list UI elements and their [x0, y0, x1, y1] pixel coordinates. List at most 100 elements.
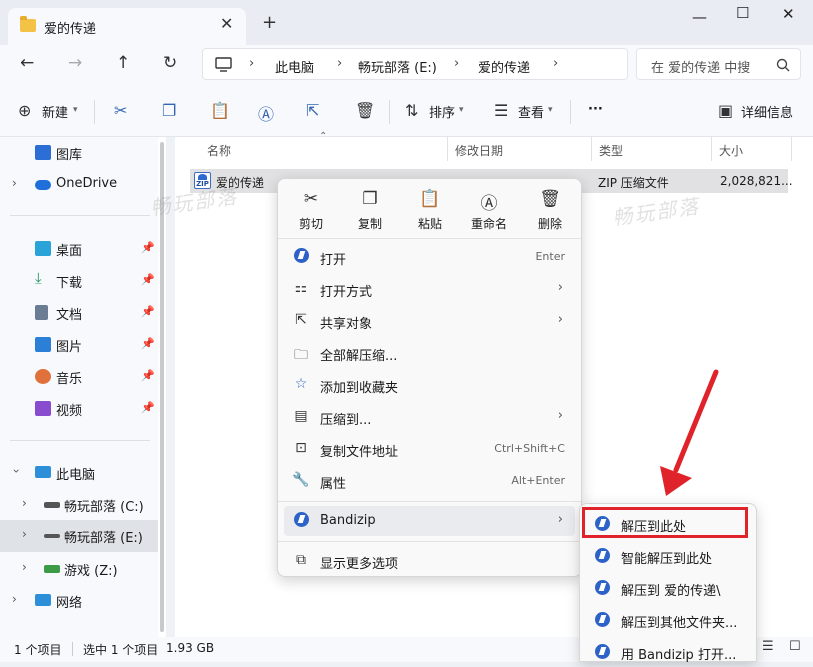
sidebar-item-downloads[interactable]: ⤓ 下载 📌: [0, 265, 158, 297]
paste-action[interactable]: 📋 粘贴: [406, 189, 454, 237]
address-bar[interactable]: › 此电脑 › 畅玩部落 (E:) › 爱的传递 ›: [202, 48, 628, 80]
column-divider[interactable]: [447, 137, 448, 161]
view-button[interactable]: 查看: [518, 102, 544, 121]
menu-item-label: Bandizip: [320, 513, 376, 528]
back-button[interactable]: ←: [20, 53, 34, 73]
sidebar-item-gallery[interactable]: 图库: [0, 137, 158, 169]
menu-item-properties[interactable]: 🔧 属性 Alt+Enter: [284, 466, 575, 496]
cut-icon[interactable]: ✂: [114, 101, 127, 120]
show-more-icon: ⧉: [296, 552, 306, 568]
submenu-item-smart-extract[interactable]: 智能解压到此处: [585, 541, 751, 571]
sidebar-item-drive-z[interactable]: › 游戏 (Z:): [0, 553, 158, 585]
sidebar-item-this-pc[interactable]: › 此电脑: [0, 457, 158, 489]
menu-divider: [278, 238, 581, 239]
cut-action[interactable]: ✂ 剪切: [287, 189, 335, 237]
chevron-right-icon[interactable]: ›: [22, 496, 27, 510]
sidebar-item-label: 图库: [56, 148, 83, 163]
sidebar-item-drive-c[interactable]: › 畅玩部落 (C:): [0, 489, 158, 521]
menu-item-share[interactable]: ⇱ 共享对象 ›: [284, 306, 575, 336]
menu-item-bandizip[interactable]: Bandizip ›: [284, 506, 575, 536]
bandizip-icon: [595, 580, 610, 595]
sidebar-item-label: OneDrive: [56, 176, 118, 191]
chevron-down-icon[interactable]: ›: [9, 469, 23, 474]
sidebar-item-label: 游戏 (Z:): [64, 564, 118, 579]
view-icon: ☰: [494, 101, 509, 120]
breadcrumb-this-pc[interactable]: 此电脑: [275, 57, 314, 76]
details-view-icon[interactable]: ☰: [762, 639, 774, 654]
tab-title: 爱的传递: [44, 22, 97, 37]
pin-icon: 📌: [141, 241, 155, 254]
menu-item-label: 添加到收藏夹: [320, 381, 399, 396]
copy-icon[interactable]: ❐: [162, 101, 176, 120]
bandizip-icon: [595, 644, 610, 659]
sidebar-item-videos[interactable]: 视频 📌: [0, 393, 158, 425]
breadcrumb-separator: ›: [454, 56, 460, 71]
menu-item-extract-all[interactable]: 🗀 全部解压缩...: [284, 338, 575, 368]
sidebar-item-drive-e[interactable]: › 畅玩部落 (E:): [0, 520, 158, 552]
column-divider[interactable]: [711, 137, 712, 161]
tab-current[interactable]: 爱的传递 ✕: [8, 8, 246, 45]
rename-icon[interactable]: Ⓐ: [258, 101, 274, 125]
sort-button[interactable]: 排序: [429, 102, 455, 121]
context-menu: ✂ 剪切 ❐ 复制 📋 粘贴 Ⓐ 重命名 🗑 删除 打开 Enter ⚏ 打开方…: [277, 178, 582, 577]
maximize-button[interactable]: ☐: [736, 4, 749, 22]
submenu-item-open-with-bandizip[interactable]: 用 Bandizip 打开...: [585, 637, 751, 667]
menu-item-show-more[interactable]: ⧉ 显示更多选项: [284, 546, 575, 576]
column-divider[interactable]: [791, 137, 792, 161]
submenu-item-label: 智能解压到此处: [621, 552, 713, 567]
chevron-right-icon[interactable]: ›: [12, 592, 17, 606]
sidebar-item-music[interactable]: 音乐 📌: [0, 361, 158, 393]
details-button[interactable]: 详细信息: [741, 102, 793, 121]
chevron-right-icon[interactable]: ›: [12, 176, 17, 190]
menu-item-add-favorites[interactable]: ☆ 添加到收藏夹: [284, 370, 575, 400]
breadcrumb-separator: ›: [249, 56, 255, 71]
paste-icon[interactable]: 📋: [210, 101, 230, 120]
column-header-name[interactable]: 名称: [207, 142, 231, 159]
new-button[interactable]: 新建: [42, 102, 68, 121]
breadcrumb-folder[interactable]: 爱的传递: [478, 57, 530, 76]
sidebar-item-network[interactable]: › 网络: [0, 585, 158, 617]
sidebar-item-desktop[interactable]: 桌面 📌: [0, 233, 158, 265]
up-button[interactable]: ↑: [116, 53, 130, 73]
sidebar-item-label: 网络: [56, 596, 83, 611]
submenu-item-extract-to-folder[interactable]: 解压到 爱的传递\: [585, 573, 751, 603]
music-icon: [35, 369, 51, 384]
minimize-button[interactable]: —: [692, 8, 707, 26]
column-header-size[interactable]: 大小: [719, 142, 743, 159]
rename-icon: Ⓐ: [480, 194, 498, 214]
close-tab-icon[interactable]: ✕: [220, 14, 233, 33]
drive-icon: [44, 502, 60, 508]
breadcrumb-drive-e[interactable]: 畅玩部落 (E:): [358, 57, 437, 76]
chevron-right-icon[interactable]: ›: [22, 560, 27, 574]
new-tab-button[interactable]: +: [262, 12, 277, 33]
column-header-modified[interactable]: 修改日期: [455, 142, 503, 159]
chevron-right-icon: ›: [557, 512, 563, 527]
sidebar-item-pictures[interactable]: 图片 📌: [0, 329, 158, 361]
menu-item-copy-path[interactable]: ⊡ 复制文件地址 Ctrl+Shift+C: [284, 434, 575, 464]
extract-folder-icon: 🗀: [294, 347, 308, 363]
search-input[interactable]: 在 爱的传递 中搜: [636, 48, 801, 80]
sidebar-item-onedrive[interactable]: › OneDrive: [0, 169, 158, 201]
tiles-view-icon[interactable]: ☐: [789, 639, 801, 654]
status-divider: [72, 642, 73, 656]
column-header-type[interactable]: 类型: [599, 142, 623, 159]
delete-action[interactable]: 🗑 删除: [526, 189, 574, 237]
refresh-button[interactable]: ↻: [163, 53, 177, 73]
column-divider[interactable]: [591, 137, 592, 161]
copy-label: 复制: [357, 217, 382, 231]
more-options-button[interactable]: ···: [588, 102, 603, 117]
chevron-right-icon[interactable]: ›: [22, 527, 27, 541]
delete-icon[interactable]: 🗑: [355, 101, 375, 120]
file-size: 2,028,821...: [720, 174, 793, 188]
menu-item-open-with[interactable]: ⚏ 打开方式 ›: [284, 274, 575, 304]
copy-action[interactable]: ❐ 复制: [346, 189, 394, 237]
submenu-item-extract-other[interactable]: 解压到其他文件夹...: [585, 605, 751, 635]
menu-item-compress-to[interactable]: ▤ 压缩到... ›: [284, 402, 575, 432]
share-icon[interactable]: ⇱: [306, 101, 319, 120]
menu-item-open[interactable]: 打开 Enter: [284, 242, 575, 272]
rename-action[interactable]: Ⓐ 重命名: [465, 189, 513, 237]
close-window-button[interactable]: ✕: [782, 5, 795, 23]
address-row: ← → ↑ ↻ › 此电脑 › 畅玩部落 (E:) › 爱的传递 › 在 爱的传…: [0, 45, 813, 88]
forward-button[interactable]: →: [68, 53, 82, 73]
sidebar-item-documents[interactable]: 文档 📌: [0, 297, 158, 329]
